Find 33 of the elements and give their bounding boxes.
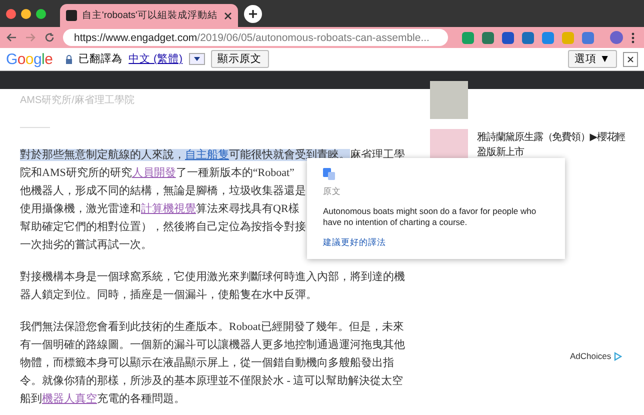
browser-tab[interactable]: 自主'roboats'可以組裝成浮動結 [60,4,238,27]
article-text: 令。就像你猜的那樣，所涉及的基本原理並不僅限於水 - 這可以幫助解決從太空 [20,375,404,387]
article-text: 有一個明確的路線圖。一個新的漏斗可以讓機器人更多地控制通過運河拖曳其他 [20,339,405,351]
show-original-button[interactable]: 顯示原文 [210,50,269,68]
language-link[interactable]: 中文 (繁體) [128,52,183,66]
article-text: 我們無法保證您會看到此技術的生產版本。Roboat已經開發了幾年。但是，未來 [20,321,404,333]
article-text: 了一種新版本的“Roboat” [176,167,294,179]
article-text: 幫助確定它們的相對位置），然後將自己定位為按指令對接 [20,221,306,233]
article-text: 院和AMS研究所的研究 [20,167,132,179]
article-text: 物體，而標籤本身可以顯示在液晶顯示屏上，從一個錯自動機向多艘船發出指 [20,357,394,369]
image-caption: AMS研究所/麻省理工學院 [20,94,136,107]
article-link[interactable]: 人員開發 [132,167,176,179]
original-label: 原文 [323,186,341,198]
article-text: 對接機構本身是一個球窩系統，它使用激光來判斷球何時進入內部，將到達的機 [20,271,405,283]
adchoices-label[interactable]: AdChoices [570,351,612,361]
article-text: 他機器人，形成不同的結構，無論是腳橋，垃圾收集器還是 [20,185,306,197]
article-link[interactable]: 計算機視覺 [141,203,196,215]
google-logo: Google [6,50,53,68]
url-text: https://www.engadget.com/2019/06/05/autonomous-roboats-can-assemble... [74,32,430,44]
article-text: 一次拙劣的嘗試再試一次。 [20,239,152,251]
article-text: 使用攝像機，激光雷達和 [20,203,141,215]
options-button[interactable]: 選項 ▼ [568,50,617,68]
address-bar[interactable]: https://www.engadget.com/2019/06/05/autonomous-roboats-can-assemble... [63,29,448,46]
article-text: 船到 [20,393,42,405]
suggest-translation-link[interactable]: 建議更好的譯法 [323,237,386,249]
article-text: 對於那些無意制定航線的人來說， [20,149,185,161]
translate-status: 已翻譯為 [78,52,123,66]
article-text: 充電的各種問題。 [97,393,185,405]
article-text: 算法來尋找具有QR樣 [196,203,300,215]
article-link[interactable]: 自主船隻 [185,149,229,161]
article-link[interactable]: 機器人真空 [42,393,97,405]
article-text: 器人鎖定到位。同時，插座是一個漏斗，使船隻在水中反彈。 [20,289,317,301]
original-text: Autonomous boats might soon do a favor for people who have no intention of charting a course. [323,206,538,228]
